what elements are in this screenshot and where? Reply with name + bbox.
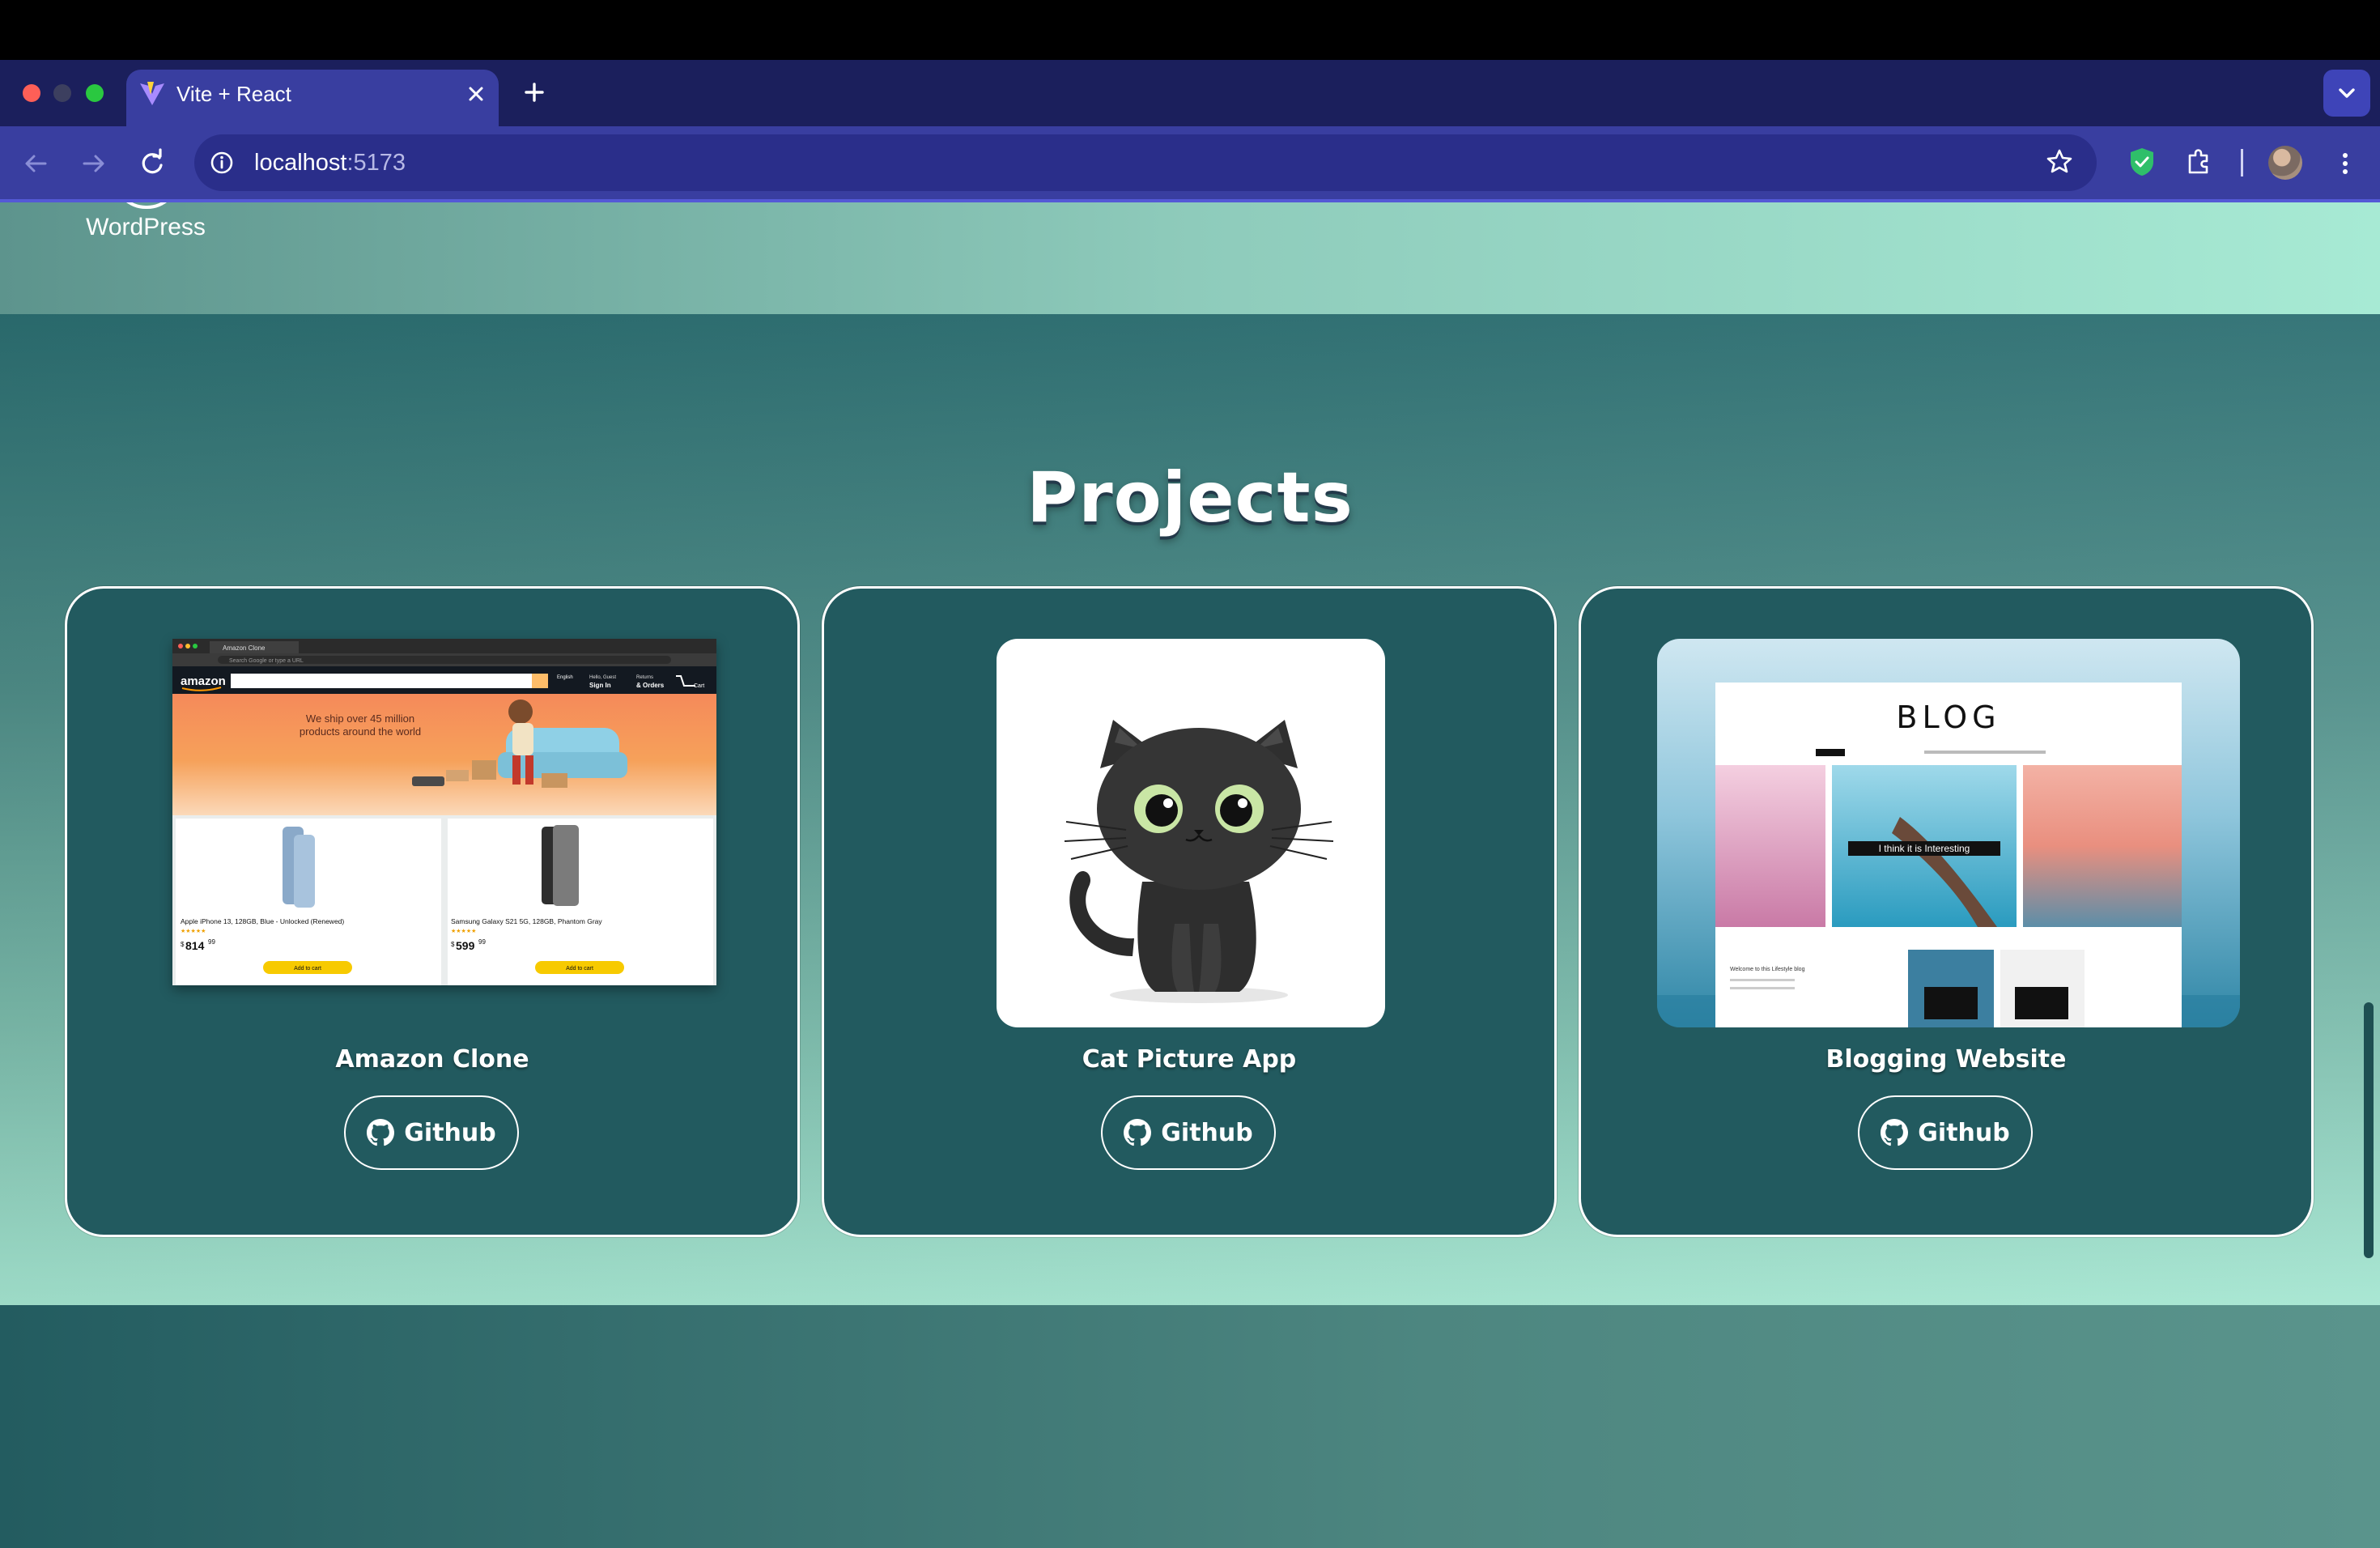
page-viewport: WordPress Projects Amazon Clone Search G… <box>0 202 2380 1548</box>
screen-top-bar <box>0 0 2380 60</box>
amz-product2-price: 599 <box>456 939 475 952</box>
amz-product2-cents: 99 <box>478 938 486 946</box>
address-bar[interactable] <box>194 134 2097 191</box>
project-title: Blogging Website <box>1825 1045 2067 1074</box>
close-tab-icon[interactable] <box>460 78 492 110</box>
github-button-cat[interactable]: Github <box>1101 1095 1276 1170</box>
github-button-label: Github <box>1161 1118 1253 1147</box>
more-menu-icon[interactable] <box>2331 146 2359 181</box>
toolbar-separator <box>2241 149 2243 176</box>
amazon-clone-thumbnail: Amazon Clone Search Google or type a URL… <box>172 639 716 985</box>
extensions-puzzle-icon[interactable] <box>2182 146 2215 178</box>
blog-thumbnail: BLOG I think it is Interesting Welcome t… <box>1657 639 2240 1027</box>
vite-logo-icon <box>140 82 164 105</box>
tab-search-button[interactable] <box>2323 70 2370 117</box>
bookmark-star-icon[interactable] <box>2043 146 2076 178</box>
github-button-label: Github <box>404 1118 496 1147</box>
profile-avatar[interactable] <box>2268 146 2302 180</box>
projects-heading: Projects <box>1026 457 1354 538</box>
amz-product1-price: 814 <box>185 939 205 952</box>
amz-banner-line1: We ship over 45 million <box>306 712 414 725</box>
shield-extension-icon[interactable] <box>2124 144 2160 180</box>
project-card-blog: BLOG I think it is Interesting Welcome t… <box>1579 586 2314 1237</box>
close-window-button[interactable] <box>23 84 40 102</box>
amz-product2-price-symbol: $ <box>451 941 455 948</box>
amz-nav-lang: English <box>557 675 573 680</box>
amz-product1-name: Apple iPhone 13, 128GB, Blue - Unlocked … <box>181 917 344 925</box>
github-button-amazon[interactable]: Github <box>344 1095 519 1170</box>
github-icon <box>1881 1119 1909 1146</box>
minimize-window-button[interactable] <box>53 84 71 102</box>
amz-product1-cents: 99 <box>208 938 215 946</box>
wordpress-logo-icon <box>113 202 180 209</box>
maximize-window-button[interactable] <box>86 84 104 102</box>
amz-product2-stars: ★★★★★ <box>451 928 476 934</box>
blog-welcome: Welcome to this Lifestyle blog <box>1730 967 1805 972</box>
blog-hero-caption: I think it is Interesting <box>1879 843 1970 854</box>
github-icon <box>1124 1119 1152 1146</box>
cat-picture-thumbnail <box>997 639 1385 1027</box>
project-card-cat: Cat Picture App Github <box>822 586 1557 1237</box>
site-info-icon[interactable] <box>206 147 238 179</box>
skills-section: WordPress <box>0 202 2380 314</box>
amz-nav-hello: Hello, Guest <box>589 675 616 680</box>
amz-product1-price-symbol: $ <box>181 941 185 948</box>
project-card-amazon: Amazon Clone Search Google or type a URL… <box>65 586 800 1237</box>
amz-product2-name: Samsung Galaxy S21 5G, 128GB, Phantom Gr… <box>451 917 602 925</box>
amz-banner-line2: products around the world <box>300 725 421 738</box>
github-button-label: Github <box>1918 1118 2010 1147</box>
forward-arrow-icon[interactable] <box>76 146 112 181</box>
amz-nav-signin: Sign In <box>589 682 611 689</box>
tab-title: Vite + React <box>176 82 291 106</box>
url-host: localhost <box>254 150 347 176</box>
amz-product1-button: Add to cart <box>294 966 321 972</box>
amz-product1-stars: ★★★★★ <box>181 928 206 934</box>
blog-heading: BLOG <box>1896 700 2000 735</box>
url-text[interactable]: localhost:5173 <box>254 147 406 179</box>
cat-illustration <box>1064 720 1334 1003</box>
next-section <box>0 1305 2380 1548</box>
url-port: :5173 <box>346 150 406 176</box>
github-icon <box>367 1119 395 1146</box>
back-arrow-icon[interactable] <box>18 146 53 181</box>
amz-product2-button: Add to cart <box>566 966 593 972</box>
page-scrollbar-thumb[interactable] <box>2364 1002 2374 1258</box>
amz-nav-cart: Cart <box>694 683 704 689</box>
amz-tab-label: Amazon Clone <box>223 644 266 652</box>
project-title: Amazon Clone <box>335 1045 529 1074</box>
amz-nav-returns: Returns <box>636 675 653 680</box>
amz-address-placeholder: Search Google or type a URL <box>229 658 304 664</box>
new-tab-icon[interactable] <box>518 76 550 108</box>
amz-logo: amazon <box>181 674 226 688</box>
github-button-blog[interactable]: Github <box>1858 1095 2033 1170</box>
amz-nav-orders: & Orders <box>636 682 665 689</box>
reload-icon[interactable] <box>134 146 170 181</box>
skill-label-wordpress: WordPress <box>86 214 206 240</box>
project-title: Cat Picture App <box>1082 1045 1297 1074</box>
chevron-down-icon <box>2339 88 2355 98</box>
